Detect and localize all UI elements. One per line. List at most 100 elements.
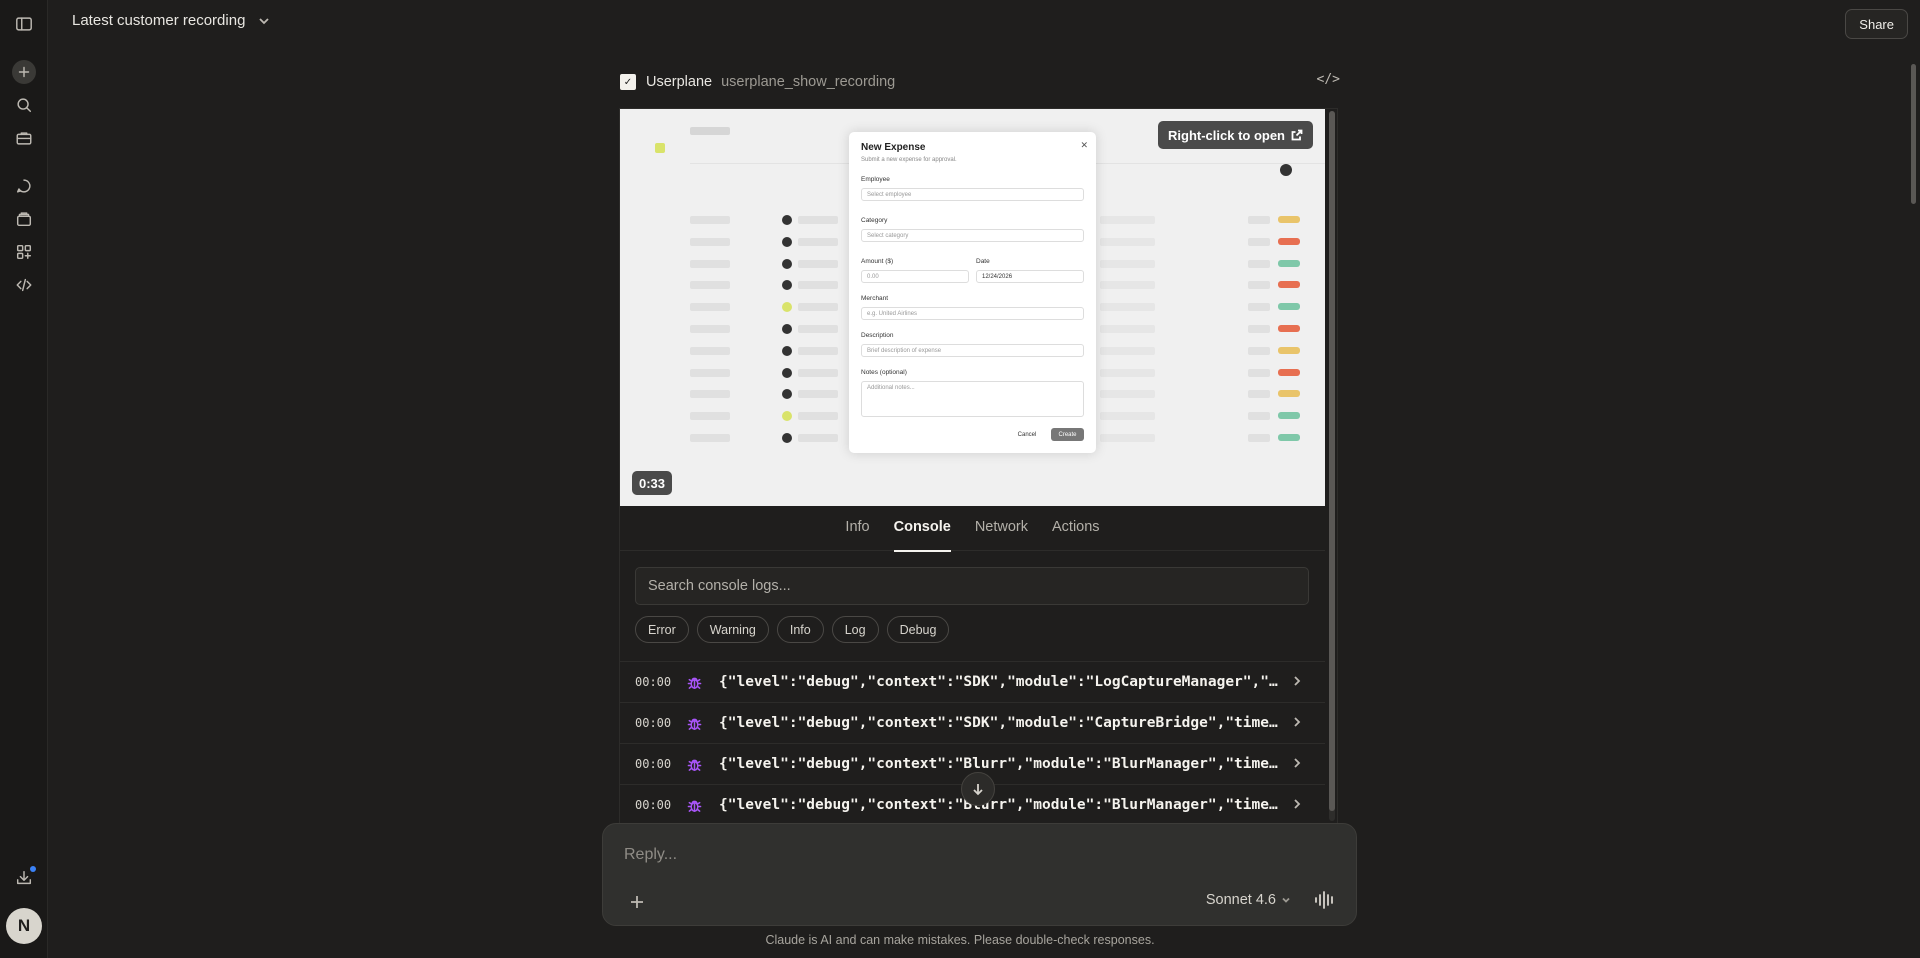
download-icon[interactable] xyxy=(12,866,36,890)
video-player[interactable]: Right-click to open 0:33 New Expense Sub… xyxy=(620,109,1325,506)
open-video-button[interactable]: Right-click to open xyxy=(1158,121,1313,149)
employee-label: Employee xyxy=(861,176,890,183)
bg-app-cell xyxy=(690,325,730,333)
modal-subtitle: Submit a new expense for approval. xyxy=(861,157,957,163)
bg-app-cell xyxy=(1278,325,1300,332)
bg-app-cell xyxy=(1278,434,1300,441)
model-name: Sonnet 4.6 xyxy=(1205,892,1276,908)
model-selector[interactable]: Sonnet 4.6 xyxy=(1206,892,1291,908)
chats-icon[interactable] xyxy=(12,174,36,198)
bg-app-cell xyxy=(782,302,792,313)
log-row[interactable]: 00:00 {"level":"debug","context":"SDK","m… xyxy=(620,661,1325,702)
bg-app-cell xyxy=(798,390,838,399)
bg-app-cell xyxy=(782,215,792,225)
log-level-filters: Error Warning Info Log Debug xyxy=(635,616,950,643)
briefcase-icon[interactable] xyxy=(12,126,36,150)
close-icon: ✕ xyxy=(1080,140,1088,150)
bg-app-cell xyxy=(690,281,730,290)
top-bar: Latest customer recording Share xyxy=(48,0,1920,46)
tab-network[interactable]: Network xyxy=(975,506,1028,551)
bg-app-cell xyxy=(690,412,730,421)
date-field: 12/24/2026 xyxy=(976,270,1084,283)
bg-app-cell xyxy=(1248,281,1270,290)
bg-app-cell xyxy=(782,411,792,422)
video-timestamp: 0:33 xyxy=(632,471,673,495)
new-expense-modal: New Expense Submit a new expense for app… xyxy=(849,132,1096,453)
log-time: 00:00 xyxy=(635,675,672,689)
bg-app-cell xyxy=(1248,259,1270,268)
recording-panel: Right-click to open 0:33 New Expense Sub… xyxy=(619,108,1338,824)
page-scrollbar[interactable] xyxy=(1911,64,1916,204)
bg-app-cell xyxy=(1278,412,1300,420)
description-field: Brief description of expense xyxy=(861,344,1084,357)
log-row[interactable]: 00:00 {"level":"debug","context":"SDK","m… xyxy=(620,702,1325,743)
bg-app-cell xyxy=(1100,303,1155,312)
notification-dot xyxy=(30,866,36,872)
bg-app-cell xyxy=(1100,434,1155,442)
code-icon[interactable] xyxy=(12,273,36,297)
new-chat-icon[interactable] xyxy=(12,60,36,84)
bg-app-cell xyxy=(1100,237,1155,246)
bg-app-cell xyxy=(1278,303,1300,311)
tab-actions[interactable]: Actions xyxy=(1052,506,1100,551)
add-attachment-icon[interactable] xyxy=(629,894,645,915)
bg-app-cell xyxy=(690,434,730,442)
reply-input[interactable]: Reply... xyxy=(624,846,677,864)
chevron-right-icon[interactable] xyxy=(1291,797,1303,813)
view-code-icon[interactable]: </> xyxy=(1317,72,1340,87)
share-button[interactable]: Share xyxy=(1845,9,1908,39)
bg-app-cell xyxy=(1100,259,1155,268)
bg-app-cell xyxy=(1278,216,1300,223)
artifacts-icon[interactable] xyxy=(12,240,36,264)
panel-scroll-thumb[interactable] xyxy=(1329,111,1335,811)
bg-app-cell xyxy=(1278,237,1300,245)
bg-app-dark-dot xyxy=(1280,164,1292,176)
bug-icon xyxy=(687,675,719,690)
external-link-icon xyxy=(1291,129,1303,141)
chevron-right-icon[interactable] xyxy=(1291,715,1303,731)
bg-app-cell xyxy=(798,216,838,224)
reply-box: Reply... Sonnet 4.6 xyxy=(602,823,1357,926)
bg-app-cell xyxy=(1100,368,1155,377)
sidebar-toggle-icon[interactable] xyxy=(12,12,36,36)
voice-mode-icon[interactable] xyxy=(1314,890,1336,915)
notes-label: Notes (optional) xyxy=(861,369,907,376)
tab-console[interactable]: Console xyxy=(893,506,952,552)
projects-icon[interactable] xyxy=(12,207,36,231)
amount-label: Amount ($) xyxy=(861,258,894,265)
disclaimer: Claude is AI and can make mistakes. Plea… xyxy=(765,933,1155,947)
chevron-down-icon xyxy=(1282,897,1290,903)
filter-error[interactable]: Error xyxy=(635,616,689,643)
bg-app-cell xyxy=(782,236,792,247)
filter-info[interactable]: Info xyxy=(776,616,824,643)
chevron-right-icon[interactable] xyxy=(1291,674,1303,690)
userplane-logo-icon: ✓ xyxy=(620,74,636,90)
search-icon[interactable] xyxy=(12,93,36,117)
bg-app-cell xyxy=(782,389,792,400)
console-search-input[interactable]: Search console logs... xyxy=(635,567,1309,605)
bg-app-cell xyxy=(798,303,838,312)
log-message: {"level":"debug","context":"SDK","module… xyxy=(719,715,1279,731)
filter-debug[interactable]: Debug xyxy=(886,616,950,643)
chevron-right-icon[interactable] xyxy=(1291,756,1303,772)
scroll-to-bottom-button[interactable] xyxy=(961,772,995,806)
panel-scrollbar[interactable] xyxy=(1329,111,1335,821)
chat-title: Latest customer recording xyxy=(72,12,246,29)
bg-app-cell xyxy=(1278,346,1300,354)
bug-icon xyxy=(687,798,719,813)
category-select: Select category xyxy=(861,229,1084,242)
bg-app-cell xyxy=(798,368,838,377)
filter-warning[interactable]: Warning xyxy=(696,616,769,643)
filter-log[interactable]: Log xyxy=(831,616,879,643)
bg-app-cell xyxy=(1248,303,1270,312)
bg-app-cell xyxy=(690,390,730,399)
bg-app-cell xyxy=(1100,412,1155,421)
log-time: 00:00 xyxy=(635,798,672,812)
bg-app-cell xyxy=(690,237,730,246)
left-rail: N xyxy=(0,0,48,958)
chat-title-dropdown[interactable]: Latest customer recording xyxy=(72,12,271,29)
bg-app-logo xyxy=(655,143,665,153)
bg-app-cell xyxy=(1248,325,1270,333)
bg-app-cell xyxy=(1100,216,1155,224)
tab-info[interactable]: Info xyxy=(845,506,869,551)
